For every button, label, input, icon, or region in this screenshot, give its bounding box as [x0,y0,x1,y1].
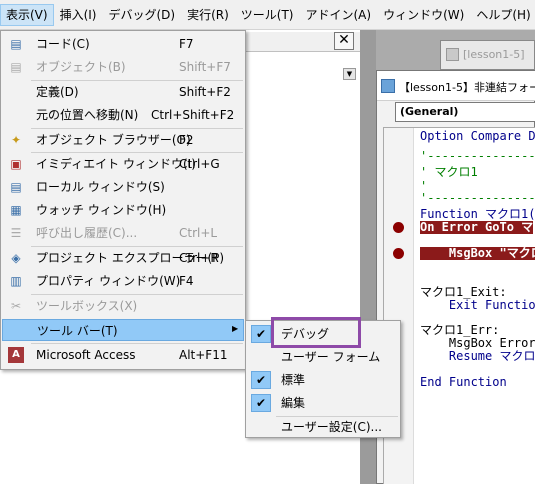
code-window-title: 【lesson1-5】非連結フォー [399,81,535,94]
check-icon: ✔ [251,371,271,389]
menu-item-object-browser[interactable]: ✦ オブジェクト ブラウザー(O) F2 [2,129,244,151]
object-icon: ▤ [10,60,22,74]
menu-item-shortcut: F2 [179,133,194,147]
menu-item-shortcut: Shift+F7 [179,60,231,74]
menu-item-shortcut: Ctrl+G [179,157,220,171]
menu-item-project-explorer[interactable]: ◈ プロジェクト エクスプローラー(P) Ctrl+R [2,247,244,269]
chevron-down-icon[interactable]: ▼ [343,68,356,80]
menu-item-label: ツール バー(T) [37,324,118,338]
menu-item-microsoft-access[interactable]: A Microsoft Access Alt+F11 [2,344,244,366]
module-icon [446,48,459,61]
menu-bar: 表示(V) 挿入(I) デバッグ(D) 実行(R) ツール(T) アドイン(A)… [0,0,535,30]
background-window-title: [lesson1-5] [463,48,525,61]
menu-item-toolbox[interactable]: ✂ ツールボックス(X) [2,295,244,317]
call-stack-icon: ☰ [10,226,22,240]
menu-item-label: プロパティ ウィンドウ(W) [36,274,181,288]
submenu-item-edit[interactable]: ✔ 編集 [247,392,399,414]
submenu-arrow-icon: ▶ [232,324,239,333]
code-line: Option Compare Da [420,129,535,143]
menu-window[interactable]: ウィンドウ(W) [377,4,470,26]
menu-item-call-stack[interactable]: ☰ 呼び出し履歴(C)... Ctrl+L [2,222,244,244]
menu-item-shortcut: Ctrl+R [179,251,219,265]
submenu-item-customize[interactable]: ユーザー設定(C)... [247,416,399,438]
annotation-highlight [271,317,361,348]
menu-item-properties-window[interactable]: ▥ プロパティ ウィンドウ(W) F4 [2,270,244,292]
submenu-item-label: 標準 [281,373,306,387]
code-line: ' マクロ1 [420,165,478,179]
menu-item-label: 定義(D) [36,85,79,99]
menu-item-label: Microsoft Access [36,348,136,362]
submenu-item-label: ユーザー フォーム [281,350,381,364]
view-menu: ▤ コード(C) F7 ▤ オブジェクト(B) Shift+F7 定義(D) S… [0,30,246,370]
menu-item-shortcut: Shift+F2 [179,85,231,99]
background-code-window[interactable]: [lesson1-5] [440,40,535,70]
breakpoint-icon[interactable] [393,222,404,233]
submenu-item-label: ユーザー設定(C)... [281,420,382,434]
code-line: '---------------- [420,149,535,163]
menu-item-locals-window[interactable]: ▤ ローカル ウィンドウ(S) [2,176,244,198]
toolbox-icon: ✂ [10,299,22,313]
menu-item-label: オブジェクト ブラウザー(O) [36,133,191,147]
menu-item-label: イミディエイト ウィンドウ(I) [36,157,196,171]
menu-item-shortcut: F7 [179,37,194,51]
submenu-item-userform[interactable]: ユーザー フォーム [247,346,399,368]
menu-item-definition[interactable]: 定義(D) Shift+F2 [2,81,244,103]
menu-item-label: 元の位置へ移動(N) [36,108,139,122]
menu-item-label: 呼び出し履歴(C)... [36,226,138,240]
menu-item-label: ローカル ウィンドウ(S) [36,180,165,194]
code-editor[interactable]: Option Compare Da '---------------- ' マク… [383,127,535,484]
code-line: End Function [420,375,507,389]
watch-window-icon: ▦ [10,203,22,217]
menu-item-label: コード(C) [36,37,90,51]
menu-item-shortcut: F4 [179,274,194,288]
menu-item-last-position[interactable]: 元の位置へ移動(N) Ctrl+Shift+F2 [2,104,244,126]
menu-view[interactable]: 表示(V) [0,3,54,26]
menu-item-object[interactable]: ▤ オブジェクト(B) Shift+F7 [2,56,244,78]
menu-item-shortcut: Alt+F11 [179,348,228,362]
breakpoint-icon[interactable] [393,248,404,259]
menu-tools[interactable]: ツール(T) [235,4,300,26]
form-module-icon [381,79,395,93]
check-icon: ✔ [251,394,271,412]
check-icon: ✔ [251,325,271,343]
code-line-breakpoint: MsgBox "マクロ [420,247,535,260]
code-line: Exit Function [420,298,535,312]
code-line-breakpoint: On Error GoTo マ [420,220,534,234]
menu-item-label: オブジェクト(B) [36,60,126,74]
locals-window-icon: ▤ [10,180,22,194]
menu-item-watch-window[interactable]: ▦ ウォッチ ウィンドウ(H) [2,199,244,221]
menu-item-shortcut: Ctrl+Shift+F2 [151,108,235,122]
immediate-window-icon: ▣ [10,157,22,171]
submenu-item-label: 編集 [281,396,306,410]
menu-item-toolbars[interactable]: ツール バー(T) ▶ [2,319,244,341]
access-icon: A [8,347,24,363]
menu-addins[interactable]: アドイン(A) [300,4,378,26]
menu-debug[interactable]: デバッグ(D) [102,4,181,26]
menu-insert[interactable]: 挿入(I) [54,4,103,26]
submenu-item-standard[interactable]: ✔ 標準 [247,369,399,391]
menu-item-shortcut: Ctrl+L [179,226,218,240]
code-line: Resume マクロ [420,349,535,363]
code-icon: ▤ [10,37,22,51]
object-browser-icon: ✦ [10,133,22,147]
properties-icon: ▥ [10,274,22,288]
menu-item-label: ツールボックス(X) [36,299,138,313]
project-explorer-icon: ◈ [11,251,21,265]
object-dropdown[interactable]: (General) [395,102,535,122]
code-line: '---------------- [420,191,535,205]
menu-run[interactable]: 実行(R) [181,4,235,26]
menu-item-label: ウォッチ ウィンドウ(H) [36,203,167,217]
menu-item-immediate-window[interactable]: ▣ イミディエイト ウィンドウ(I) Ctrl+G [2,153,244,175]
code-window-titlebar[interactable]: 【lesson1-5】非連結フォー [377,71,535,101]
menu-item-code[interactable]: ▤ コード(C) F7 [2,33,244,55]
menu-help[interactable]: ヘルプ(H) [470,4,535,26]
close-icon[interactable]: ✕ [334,32,354,50]
